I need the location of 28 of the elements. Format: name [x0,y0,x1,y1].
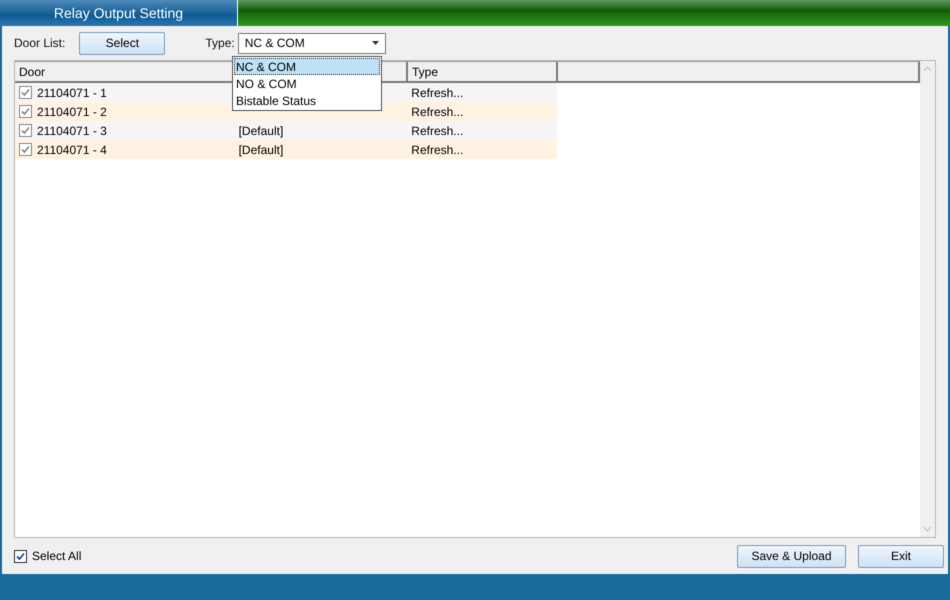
table-cell: Refresh... [411,104,464,118]
dropdown-option[interactable]: Bistable Status [234,92,380,109]
caret-icon [372,41,379,45]
door-list-label: Door List: [14,36,66,50]
select-all-checkbox[interactable] [14,550,27,562]
table-cell: 21104071 - 2 [37,104,107,118]
table-cell: [Default] [238,142,284,156]
row-checkbox[interactable] [19,143,32,156]
row-checkbox[interactable] [19,86,32,99]
type-label: Type: [205,36,235,50]
dropdown-option[interactable]: NC & COM [234,58,380,75]
exit-button[interactable]: Exit [858,544,944,568]
table-cell: 21104071 - 4 [37,142,107,156]
table-cell: 21104071 - 3 [37,124,107,138]
dropdown-option[interactable]: NO & COM [234,75,380,92]
column-header: Type [408,62,558,81]
table-cell: Refresh... [411,86,464,100]
row-checkbox[interactable] [19,105,32,118]
type-dropdown[interactable]: NC & COM [238,32,386,54]
table-cell: [Default] [238,124,284,138]
save-upload-button[interactable]: Save & Upload [737,544,846,568]
window-title: Relay Output Setting [0,0,238,26]
table-cell: Refresh... [411,124,464,138]
select-all-label: Select All [32,549,82,563]
row-checkbox[interactable] [19,124,32,137]
table-cell: Refresh... [411,142,464,156]
select-button[interactable]: Select [79,32,166,54]
table-cell: 21104071 - 1 [37,86,107,100]
